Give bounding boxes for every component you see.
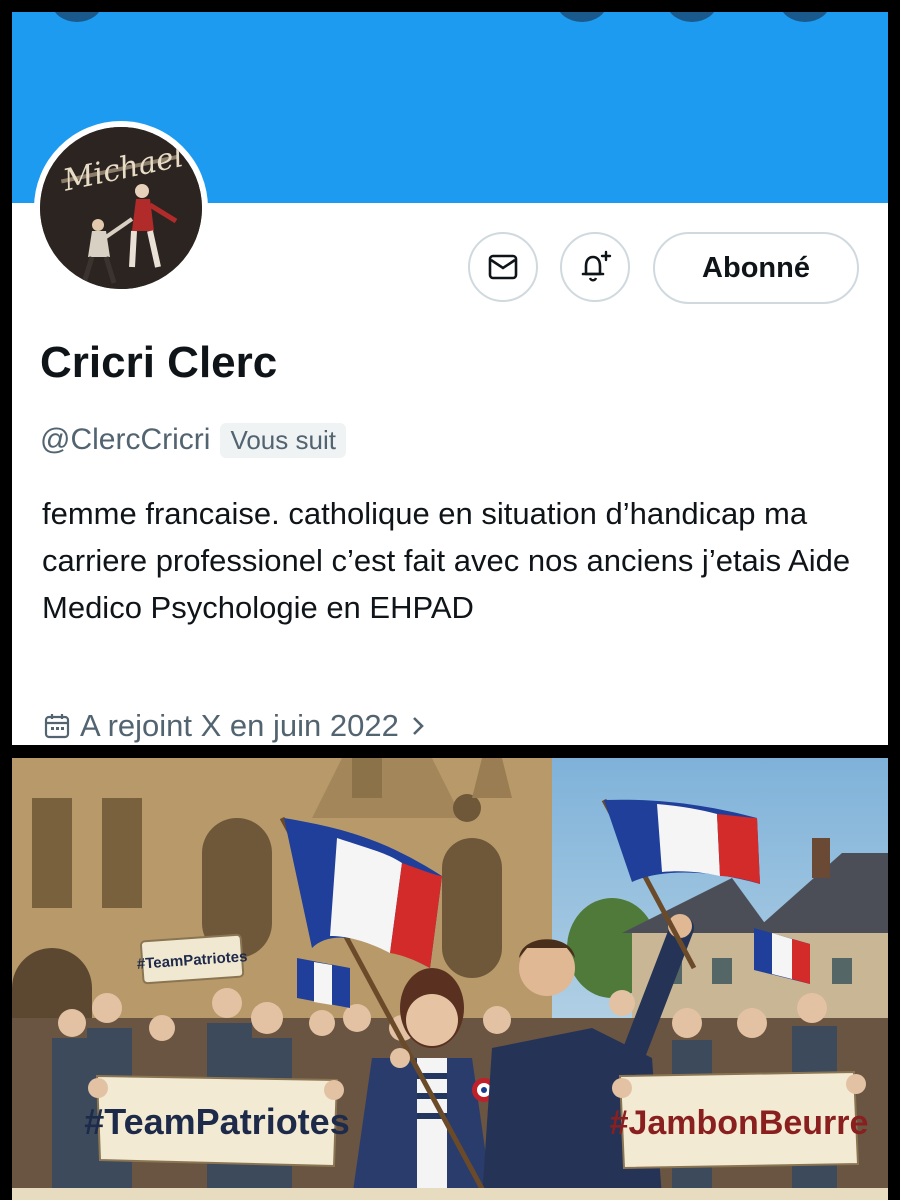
avatar[interactable]: Michael: [34, 121, 208, 295]
share-button[interactable]: [667, 12, 717, 22]
chevron-right-icon: [412, 717, 424, 735]
next-image-strip: [12, 1188, 888, 1200]
display-name: Cricri Clerc: [40, 338, 278, 387]
bell-plus-icon: [581, 250, 612, 282]
rally-illustration-art: #TeamPatriotes #TeamPatriotes #JambonBeu…: [12, 758, 888, 1188]
rally-illustration: #TeamPatriotes #TeamPatriotes #JambonBeu…: [12, 758, 888, 1188]
notifications-button[interactable]: [560, 232, 630, 302]
profile-card: Michael Abonné Cricri Clerc @ClercCricri…: [12, 12, 888, 745]
search-button[interactable]: [557, 12, 607, 22]
avatar-image: Michael: [40, 127, 202, 289]
back-button[interactable]: [52, 12, 102, 22]
bio: femme francaise. catholique en situation…: [42, 496, 851, 625]
joined-date[interactable]: A rejoint X en juin 2022: [44, 708, 427, 744]
banner-left-text: #TeamPatriotes: [84, 1101, 349, 1142]
calendar-icon: [44, 714, 70, 739]
banner-right-text: #JambonBeurre: [610, 1104, 869, 1142]
follows-you-badge: Vous suit: [220, 422, 346, 458]
handle: @ClercCricri: [40, 423, 211, 456]
following-button[interactable]: Abonné: [653, 232, 859, 304]
mail-icon: [488, 254, 518, 280]
more-button[interactable]: [780, 12, 830, 22]
handle-row: @ClercCricri Vous suit: [40, 420, 346, 460]
joined-label: A rejoint X en juin 2022: [80, 708, 399, 743]
message-button[interactable]: [468, 232, 538, 302]
